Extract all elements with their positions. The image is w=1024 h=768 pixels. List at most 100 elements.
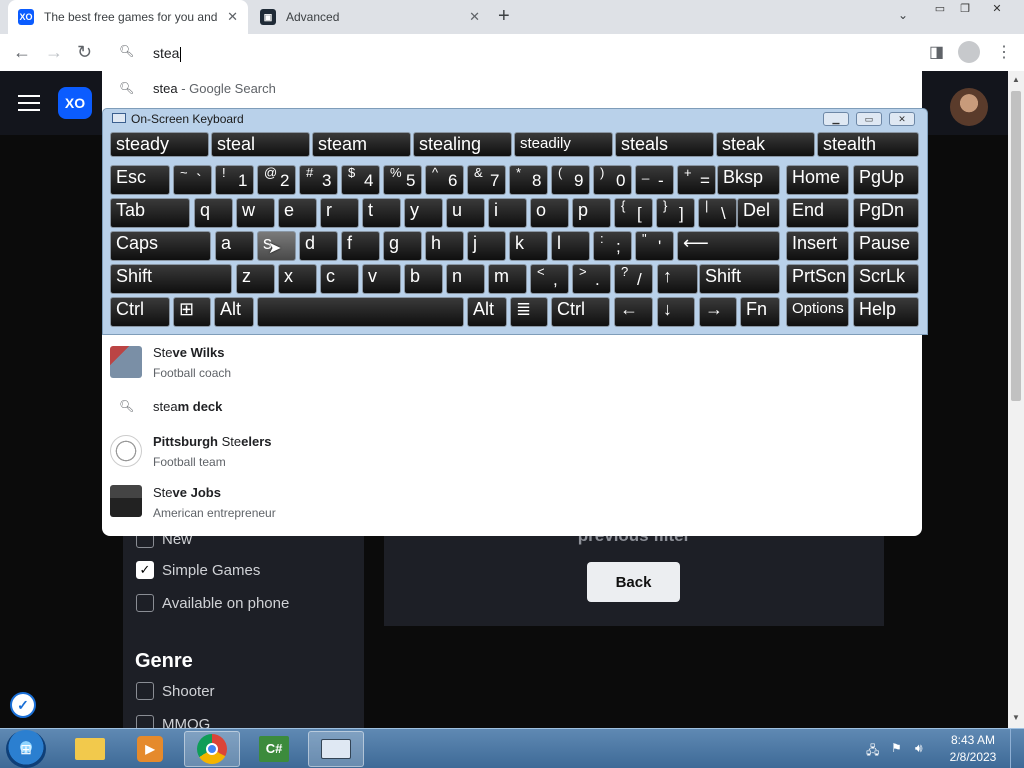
key-pause[interactable]: Pause (853, 231, 919, 261)
key-arrow-down[interactable]: ↓ (657, 297, 695, 327)
key-letter[interactable]: e (278, 198, 317, 228)
clock-date[interactable]: 2/8/2023 (946, 750, 1000, 764)
prediction-key[interactable]: steal (211, 132, 310, 157)
key-home[interactable]: Home (786, 165, 849, 195)
key-tab[interactable]: Tab (110, 198, 190, 228)
key-insert[interactable]: Insert (786, 231, 849, 261)
prediction-key[interactable]: stealth (817, 132, 919, 157)
key-letter[interactable]: f (341, 231, 380, 261)
scrollbar-thumb[interactable] (1011, 91, 1021, 401)
key-symbol[interactable]: | \ (698, 198, 737, 228)
key-letter[interactable]: y (404, 198, 443, 228)
key-letter[interactable]: t (362, 198, 401, 228)
key-options[interactable]: Options (786, 297, 849, 327)
key-4-number[interactable]: $4 (341, 165, 380, 195)
volume-icon[interactable]: 🔊︎ (915, 741, 923, 756)
key-backspace[interactable]: Bksp (717, 165, 780, 195)
key-help[interactable]: Help (853, 297, 919, 327)
key-enter[interactable]: ⟵ (677, 231, 780, 261)
key-8-number[interactable]: * 8 (509, 165, 548, 195)
key-menu[interactable]: ≣ (510, 297, 548, 327)
filter-simple-games[interactable]: ✓ Simple Games (136, 561, 260, 579)
key-symbol[interactable]: " ' (635, 231, 674, 261)
key-symbol[interactable]: :; (593, 231, 632, 261)
prediction-key[interactable]: steadily (514, 132, 613, 157)
verified-badge-icon[interactable]: ✓ (10, 692, 36, 718)
key-letter[interactable]: v (362, 264, 401, 294)
address-bar[interactable]: 🔍︎ stea (102, 36, 922, 70)
key-11-number[interactable]: _ - (635, 165, 674, 195)
prediction-key[interactable]: steady (110, 132, 209, 157)
osk-titlebar[interactable]: On-Screen Keyboard ▁ ▭ ✕ (103, 109, 927, 129)
new-tab-button[interactable]: + (498, 5, 510, 28)
suggestion-steam-deck[interactable]: 🔍︎ steam deck (102, 396, 922, 418)
show-desktop-button[interactable] (1010, 729, 1024, 768)
key-6-number[interactable]: ^ 6 (425, 165, 464, 195)
key-letter[interactable]: k (509, 231, 548, 261)
key-end[interactable]: End (786, 198, 849, 228)
key-letter[interactable]: p (572, 198, 611, 228)
network-icon[interactable]: 🖧 (866, 741, 879, 762)
genre-shooter[interactable]: Shooter (136, 682, 215, 700)
prediction-key[interactable]: steals (615, 132, 714, 157)
key-windows[interactable]: ⊞ (173, 297, 211, 327)
taskbar-csharp[interactable]: C# (246, 731, 302, 767)
prediction-key[interactable]: stealing (413, 132, 512, 157)
key-arrow-up[interactable]: ↑ (657, 264, 698, 294)
key-letter[interactable]: w (236, 198, 275, 228)
key-letter[interactable]: l (551, 231, 590, 261)
minimize-button[interactable]: ▭ (928, 2, 952, 16)
key-2-number[interactable]: @2 (257, 165, 296, 195)
checkbox-icon[interactable] (136, 594, 154, 612)
key-letter[interactable]: q (194, 198, 233, 228)
checkbox-checked-icon[interactable]: ✓ (136, 561, 154, 579)
taskbar-osk[interactable] (308, 731, 364, 767)
taskbar-media-player[interactable]: ▶ (122, 731, 178, 767)
start-button[interactable]: ⊞ (6, 730, 46, 768)
key-symbol[interactable]: }] (656, 198, 695, 228)
key-shift-left[interactable]: Shift (110, 264, 232, 294)
key-symbol[interactable]: <, (530, 264, 569, 294)
key-letter[interactable]: u (446, 198, 485, 228)
user-avatar[interactable] (950, 88, 988, 126)
key-letter[interactable]: c (320, 264, 359, 294)
key-ctrl-right[interactable]: Ctrl (551, 297, 610, 327)
osk-close-button[interactable]: ✕ (889, 112, 915, 126)
suggestion-google-search[interactable]: 🔍︎ stea - Google Search (102, 71, 922, 105)
tab-search-chevron-icon[interactable]: ⌄ (898, 8, 908, 22)
key-pgdn[interactable]: PgDn (853, 198, 919, 228)
scroll-up-icon[interactable]: ▲ (1012, 75, 1020, 84)
osk-minimize-button[interactable]: ▁ (823, 112, 849, 126)
close-tab-icon[interactable]: ✕ (469, 9, 480, 25)
profile-icon[interactable] (958, 41, 980, 63)
side-panel-icon[interactable]: ◨ (929, 42, 944, 62)
back-arrow-icon[interactable]: ← (13, 42, 31, 63)
key-shift-right[interactable]: Shift (699, 264, 780, 294)
key-symbol[interactable]: >. (572, 264, 611, 294)
key-prtscn[interactable]: PrtScn (786, 264, 849, 294)
suggestion-steelers[interactable]: Pittsburgh Steelers Football team (102, 431, 922, 475)
filter-available-on-phone[interactable]: Available on phone (136, 594, 289, 612)
close-tab-icon[interactable]: ✕ (227, 9, 238, 25)
key-ctrl-left[interactable]: Ctrl (110, 297, 170, 327)
key-12-number[interactable]: + = (677, 165, 716, 195)
suggestion-steve-wilks[interactable]: Steve Wilks Football coach (102, 341, 922, 387)
prediction-key[interactable]: steam (312, 132, 411, 157)
key-10-number[interactable]: ) 0 (593, 165, 632, 195)
key-letter[interactable]: g (383, 231, 422, 261)
key-letter[interactable]: h (425, 231, 464, 261)
maximize-button[interactable]: ❐ (953, 2, 977, 16)
tab-games[interactable]: XO The best free games for you and ✕ (8, 0, 248, 34)
key-letter[interactable]: x (278, 264, 317, 294)
key-1-number[interactable]: ! 1 (215, 165, 254, 195)
key-symbol[interactable]: {[ (614, 198, 653, 228)
key-letter[interactable]: i (488, 198, 527, 228)
key-alt-left[interactable]: Alt (214, 297, 254, 327)
menu-kebab-icon[interactable]: ⋮ (996, 42, 1012, 62)
taskbar-chrome[interactable] (184, 731, 240, 767)
hamburger-menu-icon[interactable] (18, 95, 40, 111)
key-letter[interactable]: o (530, 198, 569, 228)
key-7-number[interactable]: & 7 (467, 165, 506, 195)
suggestion-steve-jobs[interactable]: Steve Jobs American entrepreneur (102, 483, 922, 527)
key-3-number[interactable]: #3 (299, 165, 338, 195)
